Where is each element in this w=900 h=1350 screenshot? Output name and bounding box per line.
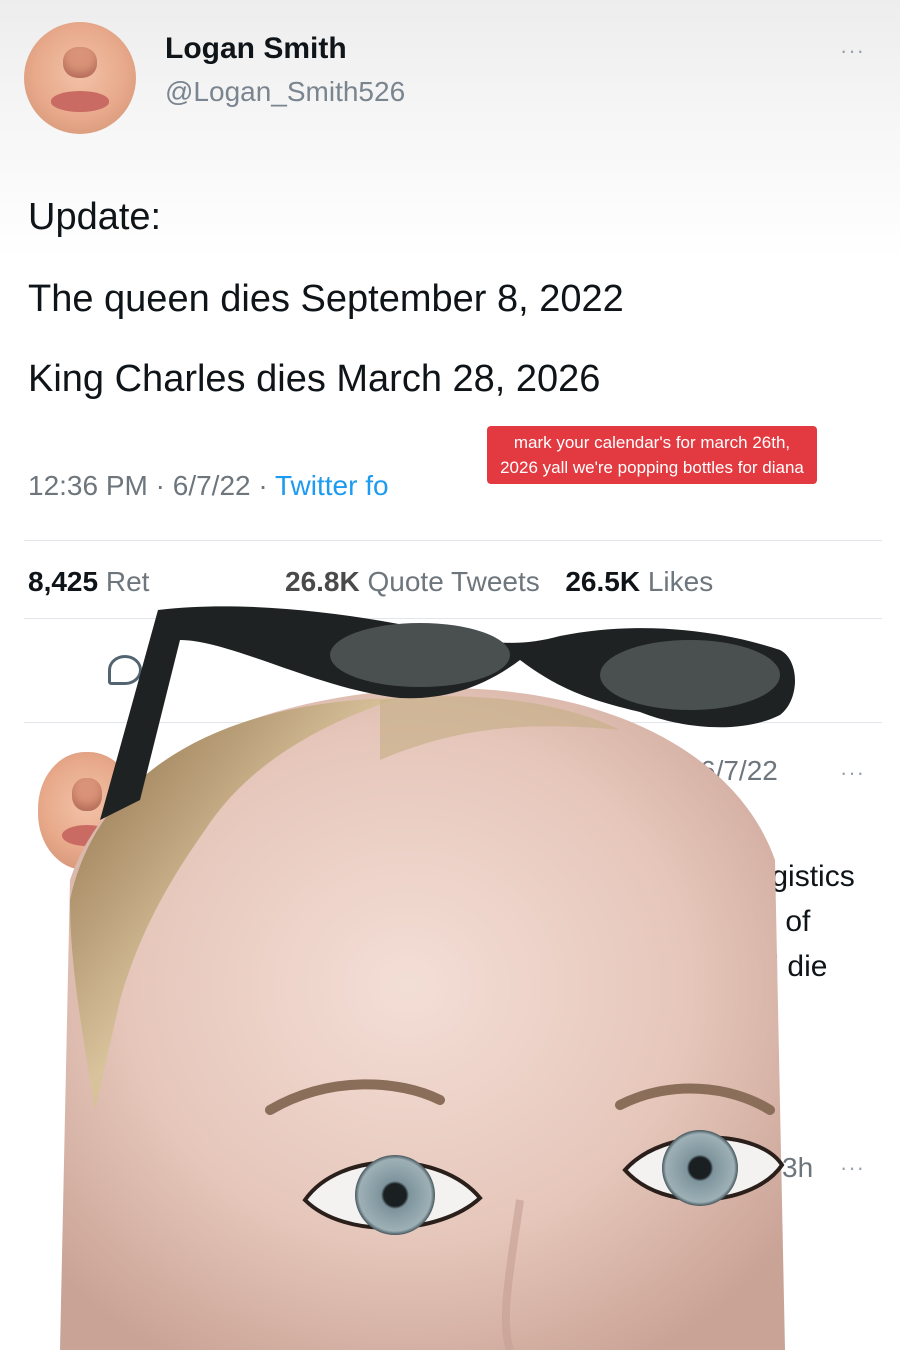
- sunglasses-lens: [330, 623, 510, 687]
- iris: [662, 1130, 738, 1206]
- sunglasses-lens: [600, 640, 780, 710]
- person-overlay: [60, 606, 795, 1350]
- iris: [355, 1155, 435, 1235]
